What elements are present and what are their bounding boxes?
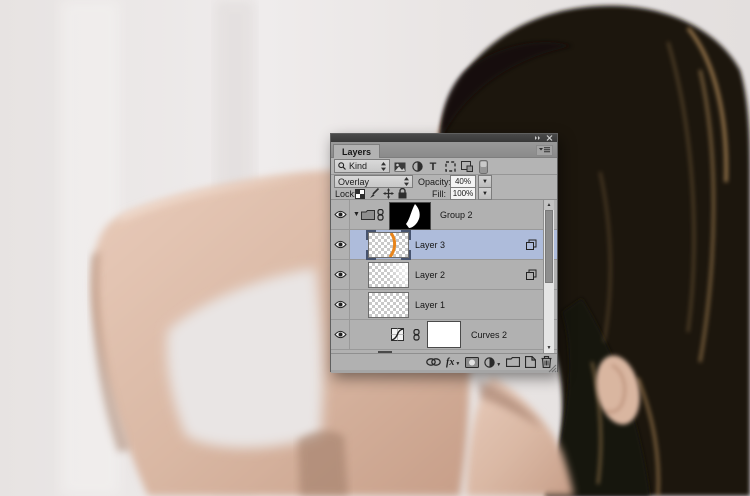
panel-menu-button[interactable] xyxy=(536,145,553,156)
filter-kind-label: Kind xyxy=(349,161,368,171)
thumb-bracket xyxy=(401,230,411,240)
visibility-toggle[interactable] xyxy=(331,290,350,319)
scrollbar-thumb[interactable] xyxy=(545,210,553,283)
lock-position-icon[interactable] xyxy=(381,188,395,199)
photoshop-workspace: { "panel": { "tab": "Layers", "titlebar"… xyxy=(0,0,750,496)
panel-tabbar: Layers xyxy=(331,142,557,158)
eye-icon xyxy=(333,210,347,219)
group-mask-thumbnail[interactable] xyxy=(389,202,431,230)
eye-icon xyxy=(333,270,347,279)
linked-badge-icon xyxy=(526,269,537,280)
updown-arrows-icon xyxy=(381,161,386,171)
type-layers-filter-icon[interactable]: T xyxy=(426,160,440,173)
layer-row-layer-1[interactable]: Layer 1 xyxy=(331,290,557,320)
layer-thumbnail[interactable] xyxy=(368,262,409,288)
underarm-shadow xyxy=(298,431,348,496)
layer-row-curves-2[interactable]: Curves 2 xyxy=(331,320,557,350)
curves-adjustment-icon[interactable] xyxy=(391,328,404,341)
lock-fill-row: Lock: Fill: 100% ▼ xyxy=(331,187,557,200)
lock-transparent-pixels-icon[interactable] xyxy=(353,188,367,199)
panel-footer xyxy=(331,364,557,373)
new-layer-icon[interactable] xyxy=(525,356,537,368)
thumb-bracket xyxy=(366,230,376,240)
new-group-icon[interactable] xyxy=(506,357,521,367)
magnifier-icon xyxy=(338,162,346,170)
lock-image-pixels-icon[interactable] xyxy=(367,188,381,199)
layers-panel: Layers Kind T Overlay Opacity: 40% ▼ Loc… xyxy=(330,133,558,373)
smart-objects-filter-icon[interactable] xyxy=(460,160,474,173)
filter-kind-dropdown[interactable]: Kind xyxy=(334,159,390,173)
blend-opacity-row: Overlay Opacity: 40% ▼ xyxy=(331,175,557,188)
layer-name[interactable]: Curves 2 xyxy=(471,330,507,340)
eye-icon xyxy=(333,240,347,249)
layer-name[interactable]: Layer 1 xyxy=(415,300,445,310)
updown-arrows-icon xyxy=(404,177,409,186)
tab-layers-label: Layers xyxy=(341,146,372,157)
new-adjustment-layer-icon[interactable]: ▼ xyxy=(484,356,501,368)
lock-all-icon[interactable] xyxy=(395,188,409,199)
filtering-toggle[interactable] xyxy=(478,159,489,174)
blend-mode-dropdown[interactable]: Overlay xyxy=(334,175,413,188)
layers-scrollbar[interactable]: ▲ ▼ xyxy=(543,200,554,353)
tab-layers[interactable]: Layers xyxy=(333,144,380,158)
curves-mask-thumbnail[interactable] xyxy=(427,321,461,348)
layers-list: ▼ Group 2 Layer 3 Layer 2 Layer 1 Curves… xyxy=(331,200,557,353)
layer-name[interactable]: Group 2 xyxy=(440,210,473,220)
visibility-toggle[interactable] xyxy=(331,200,350,229)
layer-name[interactable]: Layer 3 xyxy=(415,240,445,250)
resize-grip[interactable] xyxy=(548,364,557,373)
layer-row-group-2[interactable]: ▼ Group 2 xyxy=(331,200,557,230)
collapse-panel-icon[interactable] xyxy=(534,135,541,141)
linked-badge-icon xyxy=(526,239,537,250)
visibility-toggle[interactable] xyxy=(331,230,350,259)
shape-layers-filter-icon[interactable] xyxy=(443,160,457,173)
panel-bottom-toolbar: fx ▼ ▼ xyxy=(331,353,557,370)
eye-icon xyxy=(333,330,347,339)
visibility-toggle[interactable] xyxy=(331,320,350,349)
adjustment-layers-filter-icon[interactable] xyxy=(410,160,424,173)
layer-thumbnail[interactable] xyxy=(368,292,409,318)
mask-link-icon[interactable] xyxy=(377,209,384,221)
fill-field[interactable]: 100% xyxy=(450,187,476,200)
scroll-up-arrow[interactable]: ▲ xyxy=(544,200,554,210)
thumb-bracket xyxy=(366,250,376,260)
layer-styles-icon[interactable]: fx ▼ xyxy=(446,357,460,367)
layer-name[interactable]: Layer 2 xyxy=(415,270,445,280)
panel-menu-icon xyxy=(539,147,550,153)
opacity-label: Opacity: xyxy=(418,177,452,187)
blend-mode-value: Overlay xyxy=(338,176,370,187)
fill-label: Fill: xyxy=(432,189,446,199)
faint-white-content xyxy=(369,263,408,287)
link-layers-icon[interactable] xyxy=(426,358,441,366)
group-folder-icon xyxy=(361,210,375,220)
eye-icon xyxy=(333,300,347,309)
thumb-bracket xyxy=(401,250,411,260)
panel-titlebar[interactable] xyxy=(331,134,557,142)
layer-thumbnail[interactable] xyxy=(366,230,411,260)
add-layer-mask-icon[interactable] xyxy=(465,356,480,368)
mask-link-icon[interactable] xyxy=(413,329,420,341)
filter-row: Kind T xyxy=(331,158,557,175)
visibility-toggle[interactable] xyxy=(331,260,350,289)
pixel-layers-filter-icon[interactable] xyxy=(393,160,407,173)
close-panel-icon[interactable] xyxy=(546,135,553,141)
scroll-down-arrow[interactable]: ▼ xyxy=(544,343,554,353)
group-expand-triangle[interactable]: ▼ xyxy=(353,211,360,218)
layer-row-layer-2[interactable]: Layer 2 xyxy=(331,260,557,290)
fill-dropdown-button[interactable]: ▼ xyxy=(478,187,492,200)
layer-row-layer-3[interactable]: Layer 3 xyxy=(331,230,557,260)
